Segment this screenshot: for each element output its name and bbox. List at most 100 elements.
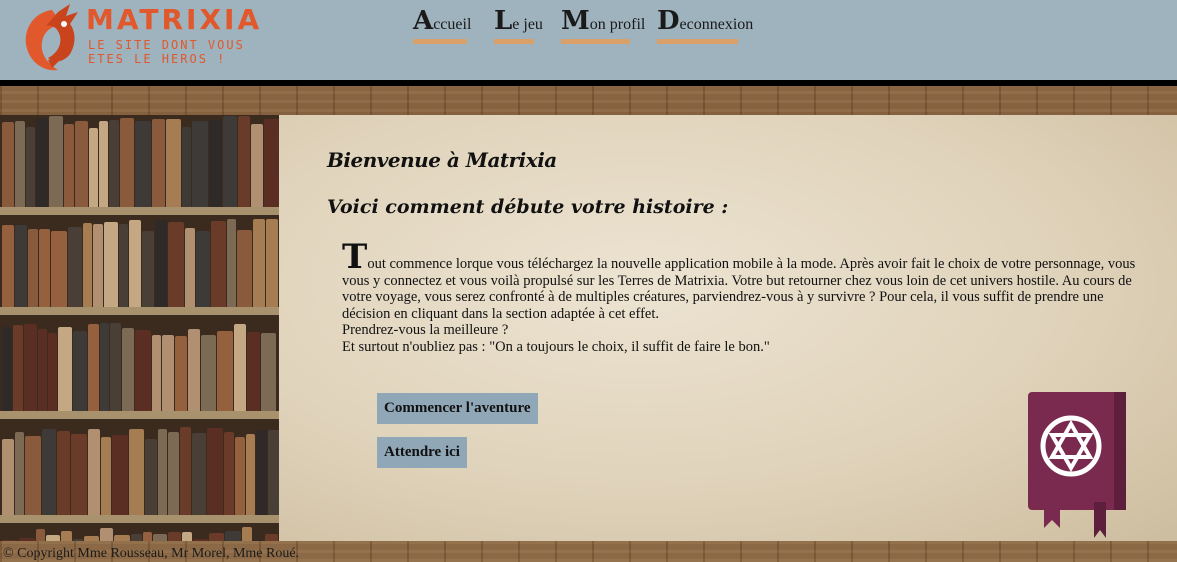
page-subtitle: Voici comment débute votre histoire :: [327, 196, 729, 218]
book-spine: [84, 536, 99, 541]
book-spine: [235, 437, 245, 515]
book-spine: [51, 231, 67, 307]
book-spine: [209, 533, 224, 541]
footer-copyright: © Copyright Mme Rousseau, Mr Morel, Mme …: [3, 546, 300, 561]
book-spine: [227, 219, 236, 307]
story-dropcap: T: [342, 237, 368, 277]
book-spine: [188, 329, 200, 411]
book-spine: [256, 430, 267, 515]
book-spine: [49, 116, 63, 207]
book-spine: [196, 231, 210, 307]
shelf-plank: [0, 207, 279, 215]
book-spine: [112, 435, 128, 515]
book-spine: [168, 432, 179, 515]
nav-deconnexion[interactable]: Deconnexion: [657, 6, 753, 46]
site-logo[interactable]: MATRIXIA LE SITE DONT VOUS ETES LE HEROS…: [18, 2, 259, 74]
bookshelf-row: [0, 323, 279, 419]
book-spine: [217, 331, 233, 411]
book-spine: [145, 439, 157, 515]
book-spine: [36, 529, 45, 541]
book-spine: [68, 227, 82, 307]
book-spine: [223, 116, 237, 207]
book-spine: [109, 120, 119, 207]
book-spine: [168, 222, 184, 307]
book-spine: [93, 224, 103, 307]
book-spine: [101, 437, 111, 515]
book-spine: [264, 119, 279, 207]
nav-le-jeu-underline: [494, 39, 534, 44]
bookshelf-image: [0, 115, 279, 541]
brand-name: MATRIXIA: [86, 3, 263, 36]
book-spine: [246, 434, 255, 515]
book-spine: [61, 531, 72, 541]
book-spine: [88, 324, 99, 411]
book-spine: [39, 229, 50, 307]
book-spine: [192, 433, 206, 515]
nav-le-jeu[interactable]: Le jeu: [494, 6, 543, 46]
book-spine: [237, 230, 252, 307]
shelf-plank: [0, 411, 279, 419]
book-spine: [261, 333, 276, 411]
book-spine: [88, 429, 100, 515]
book-spine: [152, 335, 161, 411]
book-spine: [175, 336, 187, 411]
book-spine: [143, 532, 152, 541]
book-spine: [251, 124, 263, 207]
book-spine: [242, 527, 252, 541]
book-spine: [57, 431, 70, 515]
dragon-logo-icon: [25, 4, 78, 71]
book-spine: [180, 427, 191, 515]
book-spine: [211, 221, 226, 307]
book-spine: [75, 121, 88, 207]
book-spine: [158, 429, 167, 515]
book-spine: [110, 323, 121, 411]
nav-accueil[interactable]: Accueil: [413, 6, 472, 46]
book-spine: [38, 329, 47, 411]
book-spine: [153, 534, 167, 541]
start-adventure-button[interactable]: Commencer l'aventure: [377, 393, 538, 424]
nav-mon-profil-underline: [561, 39, 630, 44]
book-spine: [253, 219, 265, 307]
book-spine: [135, 121, 151, 207]
book-spine: [166, 119, 181, 207]
nav-accueil-underline: [413, 39, 467, 44]
book-spine: [129, 220, 141, 307]
book-spine: [19, 538, 35, 541]
book-spine: [2, 540, 18, 541]
nav-mon-profil[interactable]: Mon profil: [561, 6, 645, 46]
book-spine: [28, 229, 38, 307]
book-spine: [225, 531, 241, 541]
book-spine: [15, 121, 25, 207]
book-spine: [26, 127, 35, 207]
book-spine: [24, 324, 37, 411]
book-spine: [168, 532, 181, 541]
shelf-plank: [0, 515, 279, 523]
book-spine: [58, 327, 72, 411]
book-spine: [209, 120, 222, 207]
book-spine: [247, 332, 260, 411]
wait-here-button[interactable]: Attendre ici: [377, 437, 467, 468]
bookshelf-row: [0, 115, 279, 215]
book-spine: [268, 430, 279, 515]
book-spine: [2, 327, 12, 411]
book-spine: [73, 539, 83, 541]
book-spine: [73, 331, 87, 411]
book-spine: [104, 222, 118, 307]
book-spine: [13, 325, 23, 411]
book-spine: [162, 335, 174, 411]
spellbook-icon: [1028, 392, 1126, 538]
story-paragraph: out commence lorque vous téléchargez la …: [342, 256, 1136, 322]
nav-accueil-label: Accueil: [413, 6, 472, 36]
book-spine: [224, 432, 234, 515]
book-spine: [253, 540, 264, 541]
book-spine: [2, 225, 14, 307]
book-spine: [15, 432, 24, 515]
book-spine: [192, 121, 208, 207]
story-line-2: Prendrez-vous la meilleure ?: [342, 322, 509, 338]
nav-le-jeu-label: Le jeu: [494, 6, 543, 36]
shelf-plank: [0, 307, 279, 315]
book-spine: [100, 323, 109, 411]
book-spine: [265, 534, 278, 541]
book-spine: [46, 535, 60, 541]
book-spine: [152, 119, 165, 207]
